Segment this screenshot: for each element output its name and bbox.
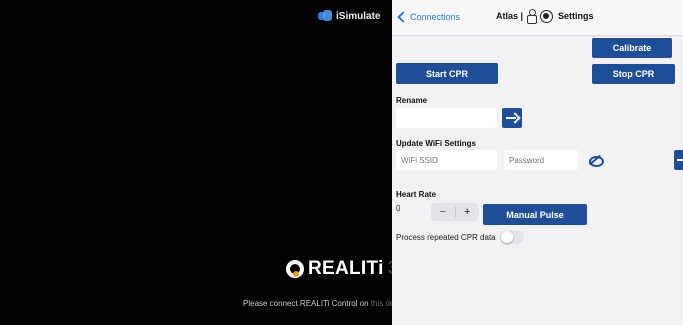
title-suffix: Settings <box>558 11 594 21</box>
isimulate-logo-icon <box>318 10 332 22</box>
repeated-cpr-row: Process repeated CPR data <box>396 230 524 244</box>
page-title: Atlas | Settings <box>496 9 594 24</box>
title-prefix: Atlas | <box>496 11 524 21</box>
heart-rate-increment-button[interactable]: + <box>456 206 480 218</box>
manual-pulse-button[interactable]: Manual Pulse <box>483 204 587 225</box>
manikin-icon <box>526 9 538 24</box>
realiti-ring-icon <box>286 260 304 278</box>
repeated-cpr-toggle[interactable] <box>499 230 524 244</box>
settings-panel: Connections Atlas | Settings Calibrate S… <box>392 0 683 325</box>
stop-cpr-button[interactable]: Stop CPR <box>592 64 675 84</box>
repeated-cpr-label: Process repeated CPR data <box>396 232 496 242</box>
simulator-display: iSimulate REALITi360 Please connect REAL… <box>0 0 424 325</box>
rename-submit-arrow-button[interactable] <box>502 108 522 128</box>
status-message-text: Please connect REALITi Control on <box>243 299 371 308</box>
rename-label: Rename <box>396 96 428 105</box>
heart-rate-stepper: − + <box>431 203 479 221</box>
start-cpr-button[interactable]: Start CPR <box>396 63 498 84</box>
wifi-remove-button[interactable] <box>674 150 683 170</box>
heart-rate-decrement-button[interactable]: − <box>431 206 455 218</box>
back-label: Connections <box>410 12 461 22</box>
device-status-icon <box>540 9 554 23</box>
rename-input[interactable] <box>396 108 497 128</box>
logo-text: REALITi <box>308 258 384 279</box>
eye-slash-icon[interactable] <box>589 154 604 167</box>
wifi-ssid-input[interactable] <box>396 150 497 170</box>
brand-name: iSimulate <box>336 10 381 22</box>
back-to-connections-button[interactable]: Connections <box>397 11 461 23</box>
calibrate-button[interactable]: Calibrate <box>592 38 672 58</box>
heart-rate-label: Heart Rate <box>396 190 437 199</box>
chevron-left-icon <box>397 11 409 23</box>
wifi-password-input[interactable] <box>504 150 578 170</box>
isimulate-brand: iSimulate <box>318 10 380 22</box>
wifi-settings-label: Update WiFi Settings <box>396 139 476 148</box>
heart-rate-value: 0 <box>396 204 401 213</box>
navigation-bar: Connections Atlas | Settings <box>392 0 683 36</box>
